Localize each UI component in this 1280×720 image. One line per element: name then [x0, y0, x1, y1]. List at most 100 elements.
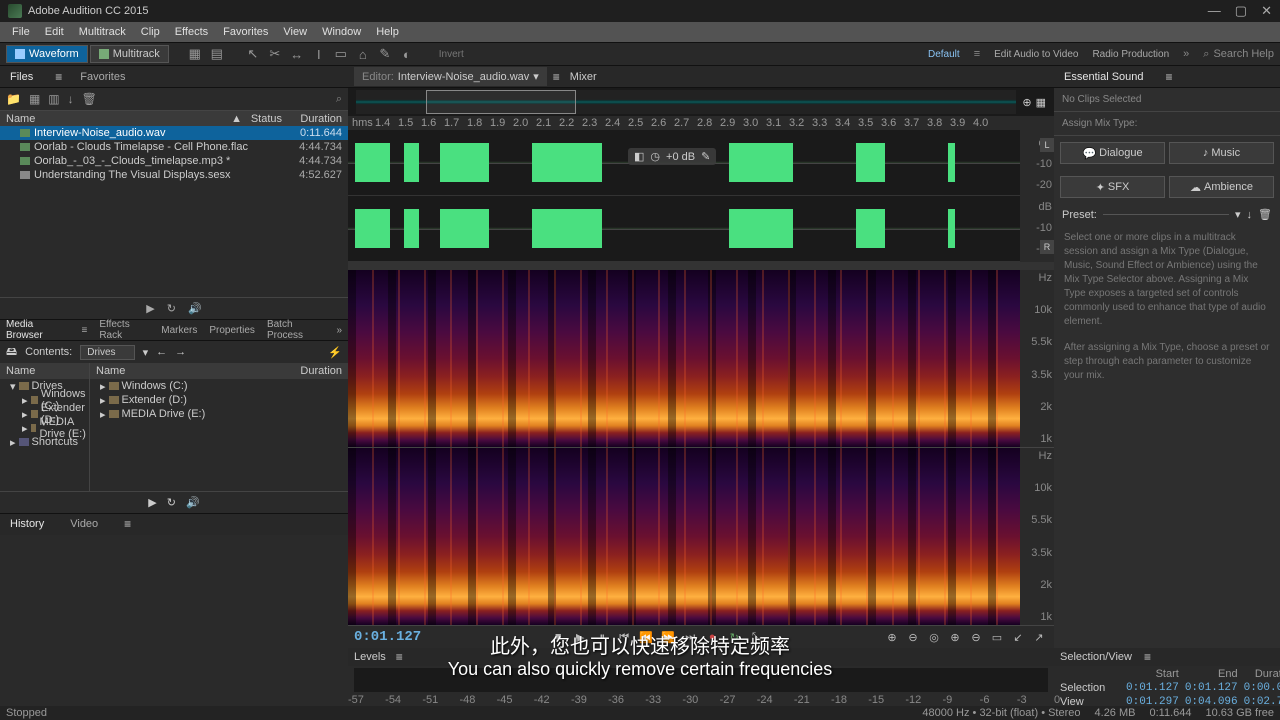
tree-item[interactable]: ▸Shortcuts [0, 435, 89, 449]
skip-selection-button[interactable]: ⤡ [747, 629, 765, 645]
preview-play-icon[interactable]: ▶ [146, 302, 154, 315]
mb-play-icon[interactable]: ▶ [148, 496, 156, 509]
waveform-mode-button[interactable]: Waveform [6, 45, 88, 63]
workspace-menu-icon[interactable]: ≡ [974, 48, 980, 60]
search-files-icon[interactable]: ⌕ [336, 93, 342, 106]
mb-loop-icon[interactable]: ↻ [167, 496, 176, 509]
zoom-in-point-icon[interactable]: ↙ [1009, 629, 1027, 645]
hud-pin-icon[interactable]: ✎ [701, 150, 710, 163]
marquee-tool[interactable]: ▭ [331, 45, 351, 63]
sv-sel-start[interactable]: 0:01.127 [1126, 682, 1179, 694]
timecode-display[interactable]: 0:01.127 [354, 629, 421, 645]
overview-zoom-icon[interactable]: ⊕ [1022, 96, 1031, 109]
lasso-tool[interactable]: ⌂ [353, 45, 373, 63]
pause-button[interactable]: ⏸ [593, 629, 611, 645]
spectral-freq-toggle[interactable]: ▦ [185, 45, 205, 63]
tab-batch-process[interactable]: Batch Process [267, 319, 325, 341]
zoom-out-time-icon[interactable]: ⊖ [904, 629, 922, 645]
list-item[interactable]: ▸Windows (C:) [90, 379, 348, 393]
delete-icon[interactable]: 🗑 [82, 92, 97, 106]
hud-controls[interactable]: ◧ ◷ +0 dB ✎ [628, 148, 716, 165]
file-row[interactable]: Oorlab_-_03_-_Clouds_timelapse.mp3 *4:44… [0, 154, 348, 168]
brush-tool[interactable]: ✎ [375, 45, 395, 63]
channel-r-button[interactable]: R [1040, 240, 1054, 254]
menu-effects[interactable]: Effects [169, 24, 214, 40]
tab-history[interactable]: History [6, 515, 48, 533]
view-splitter[interactable] [348, 262, 1054, 270]
editor-menu-icon[interactable]: ≡ [553, 70, 560, 84]
mb-autoplay-icon[interactable]: 🔊 [186, 496, 200, 509]
file-row[interactable]: Understanding The Visual Displays.sesx4:… [0, 168, 348, 182]
menu-edit[interactable]: Edit [39, 24, 70, 40]
tab-effects-rack[interactable]: Effects Rack [99, 319, 149, 341]
overview-selection[interactable] [426, 90, 576, 114]
essential-sound-tab[interactable]: Essential Sound [1060, 68, 1148, 86]
hud-gain-value[interactable]: +0 dB [666, 151, 695, 163]
mix-type-sfx[interactable]: ✦SFX [1060, 176, 1165, 198]
forward-icon[interactable]: → [175, 346, 186, 358]
waveform-left-channel[interactable]: ◧ ◷ +0 dB ✎ [348, 130, 1054, 196]
file-row[interactable]: Oorlab - Clouds Timelapse - Cell Phone.f… [0, 140, 348, 154]
loop-button[interactable]: ↻ [725, 629, 743, 645]
workspace-edit-av[interactable]: Edit Audio to Video [994, 49, 1078, 60]
preview-loop-icon[interactable]: ↻ [167, 302, 176, 315]
preset-save-icon[interactable]: ↓ [1247, 209, 1253, 221]
file-row[interactable]: Interview-Noise_audio.wav0:11.644 [0, 126, 348, 140]
spectrogram-left[interactable]: Hz10k5.5k3.5k2k1k [348, 270, 1054, 448]
drive-up-icon[interactable]: 🖴 [6, 343, 17, 362]
search-input[interactable]: Search Help [1213, 48, 1274, 60]
tab-properties[interactable]: Properties [209, 325, 255, 336]
col-status[interactable]: Status [242, 113, 282, 125]
move-tool[interactable]: ↖ [243, 45, 263, 63]
overview-grid-icon[interactable]: ▦ [1036, 96, 1046, 109]
spectral-pitch-toggle[interactable]: ▤ [207, 45, 227, 63]
back-icon[interactable]: ← [156, 346, 167, 358]
col-duration[interactable]: Duration [282, 113, 342, 125]
minimize-button[interactable]: — [1208, 3, 1221, 19]
mix-type-ambience[interactable]: ☁Ambience [1169, 176, 1274, 198]
sv-sel-end[interactable]: 0:01.127 [1185, 682, 1238, 694]
essential-menu-icon[interactable]: ≡ [1166, 70, 1173, 84]
waveform-display[interactable]: ◧ ◷ +0 dB ✎ dB-10-20dB-10-20 L R [348, 130, 1054, 262]
maximize-button[interactable]: ▢ [1235, 3, 1247, 19]
rewind-button[interactable]: ⏪ [637, 629, 655, 645]
go-end-button[interactable]: ⏭ [681, 629, 699, 645]
time-ruler[interactable]: hms1.41.51.61.71.81.92.02.12.22.32.42.52… [348, 116, 1054, 130]
list-item[interactable]: ▸MEDIA Drive (E:) [90, 407, 348, 421]
invert-label[interactable]: Invert [439, 49, 464, 60]
forward-button[interactable]: ⏩ [659, 629, 677, 645]
tab-markers[interactable]: Markers [161, 325, 197, 336]
spot-heal-tool[interactable]: ◐ [397, 45, 417, 63]
tab-dropdown-icon[interactable]: ▾ [533, 70, 539, 83]
close-button[interactable]: ✕ [1261, 3, 1272, 19]
slip-tool[interactable]: ↔ [287, 45, 307, 63]
zoom-reset-time-icon[interactable]: ◎ [925, 629, 943, 645]
new-multitrack-icon[interactable]: ▥ [48, 92, 59, 106]
mix-type-music[interactable]: ♪Music [1169, 142, 1274, 164]
dropdown-arrow-icon[interactable]: ▾ [143, 346, 149, 359]
selection-view-tab[interactable]: Selection/View [1060, 651, 1132, 663]
record-button[interactable]: ● [703, 629, 721, 645]
menu-file[interactable]: File [6, 24, 36, 40]
workspace-radio[interactable]: Radio Production [1092, 49, 1169, 60]
mixer-tab[interactable]: Mixer [562, 68, 605, 86]
spectrogram-display[interactable]: Hz10k5.5k3.5k2k1k Hz10k5.5k3.5k2k1k [348, 270, 1054, 626]
zoom-in-time-icon[interactable]: ⊕ [883, 629, 901, 645]
workspace-overflow-icon[interactable]: » [1183, 48, 1189, 60]
video-menu-icon[interactable]: ≡ [124, 517, 131, 531]
stop-button[interactable]: ■ [549, 629, 567, 645]
zoom-in-amp-icon[interactable]: ⊕ [946, 629, 964, 645]
levels-meter[interactable] [354, 668, 1048, 692]
tab-media-browser[interactable]: Media Browser [6, 319, 65, 341]
menu-window[interactable]: Window [316, 24, 367, 40]
filter-icon[interactable]: ⚡ [328, 346, 342, 359]
tab-favorites[interactable]: Favorites [76, 68, 129, 86]
menu-favorites[interactable]: Favorites [217, 24, 274, 40]
play-button[interactable]: ▶ [571, 629, 589, 645]
multitrack-mode-button[interactable]: Multitrack [90, 45, 169, 63]
preset-dropdown-icon[interactable]: ▾ [1235, 208, 1241, 221]
files-menu-icon[interactable]: ≡ [55, 70, 62, 84]
channel-l-button[interactable]: L [1040, 138, 1054, 152]
menu-help[interactable]: Help [370, 24, 405, 40]
col-name[interactable]: Name [6, 113, 231, 125]
